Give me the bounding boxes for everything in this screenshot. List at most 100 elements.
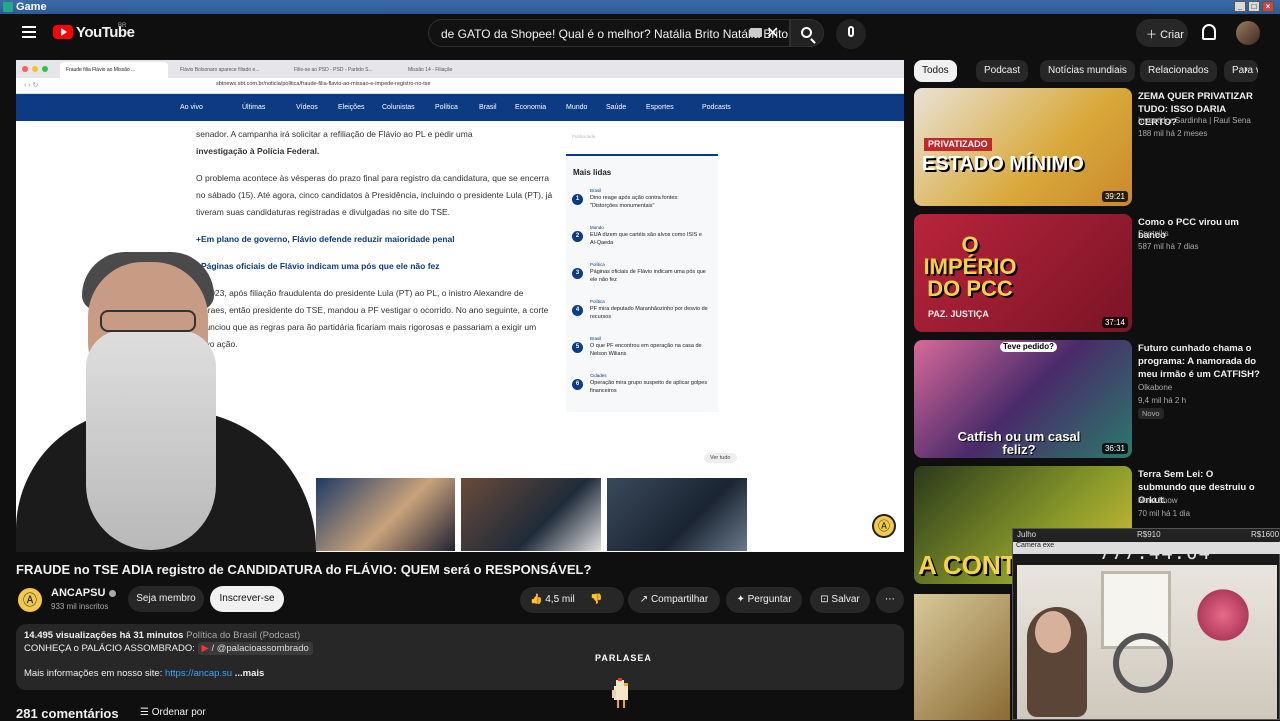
nav-item: Política: [435, 104, 458, 111]
parlasea-label: PARLASEA: [595, 653, 652, 663]
thumbnail-text: ESTADO MÍNIMO: [922, 153, 1084, 175]
overlay-month: Julho: [1017, 530, 1037, 539]
search-input[interactable]: de GATO da Shopee! Qual é o melhor? Natá…: [428, 19, 790, 47]
item-text: PF mira deputado Maranhãozinho por desvi…: [590, 306, 708, 320]
chevron-right-icon[interactable]: ›: [1244, 62, 1248, 76]
sort-label: Ordenar por: [151, 707, 206, 718]
join-button[interactable]: Seja membro: [128, 586, 204, 612]
nav-item: Saúde: [606, 104, 627, 111]
chip-podcast[interactable]: Podcast: [976, 60, 1029, 82]
ring-light: [1113, 633, 1173, 693]
share-button[interactable]: ↗ Compartilhar: [628, 587, 720, 613]
video-duration: 36:31: [1101, 443, 1128, 454]
chip-for-you[interactable]: Para v: [1224, 60, 1258, 82]
channel-name[interactable]: Nerd Show: [1138, 496, 1178, 505]
sort-comments-button[interactable]: ☰ Ordenar por: [140, 707, 206, 718]
see-all-button: Ver tudo: [704, 453, 737, 463]
rank-number: 6: [572, 379, 583, 390]
recommended-video[interactable]: ESTADO MÍNIMO PRIVATIZADO 39:21 ZEMA QUE…: [914, 88, 1280, 210]
thumbnail-badge: Teve pedido?: [1000, 342, 1057, 352]
browser-tab: Fraude filia Flávio ao Missão ...: [60, 62, 168, 78]
save-button[interactable]: ⊡ Salvar: [810, 587, 870, 613]
streamer-camera: [1017, 565, 1277, 719]
thumbnail-text: O IMPÉRIO DO PCC: [923, 232, 1017, 301]
ancap-channel-badge-icon: Ⓐ: [872, 514, 896, 538]
maximize-button[interactable]: □: [1248, 1, 1260, 12]
page-url: sbtnews.sbt.com.br/noticia/politica/frau…: [216, 81, 431, 87]
thumbs-up-icon[interactable]: 👍: [530, 594, 542, 605]
host-beard: [86, 330, 216, 550]
nav-item: Brasil: [479, 104, 497, 111]
keyboard-icon[interactable]: [750, 28, 762, 37]
show-more-button[interactable]: ...mais: [235, 668, 265, 679]
video-thumbnail[interactable]: Catfish ou um casal feliz? Teve pedido? …: [914, 340, 1132, 458]
channel-name[interactable]: Olkabone: [1138, 383, 1172, 392]
minimize-button[interactable]: _: [1234, 1, 1246, 12]
video-title[interactable]: Futuro cunhado chama o programa: A namor…: [1138, 342, 1264, 381]
harp-thumbnail: [914, 594, 1010, 720]
channel-avatar[interactable]: Ⓐ: [16, 586, 44, 614]
article-text: senador. A campanha irá solicitar a refi…: [196, 129, 473, 139]
search-button[interactable]: [790, 19, 824, 47]
app-icon: [3, 2, 13, 12]
ask-button[interactable]: ✦ Perguntar: [726, 587, 802, 613]
channel-mention-text: / @palacioassombrado: [211, 643, 309, 654]
item-category: Brasil: [590, 188, 602, 193]
video-player[interactable]: Fraude filia Flávio ao Missão ... Flávio…: [16, 60, 904, 552]
description-box[interactable]: 14.495 visualizações há 31 minutos Polít…: [16, 624, 904, 690]
video-meta: 9,4 mil há 2 h: [1138, 396, 1187, 405]
notifications-bell-icon[interactable]: [1202, 24, 1216, 40]
nav-item: Mundo: [566, 104, 588, 111]
recommended-video[interactable]: O IMPÉRIO DO PCC PAZ. JUSTIÇA 37:14 Como…: [914, 214, 1280, 336]
menu-icon[interactable]: [22, 26, 36, 38]
mac-close-dot: [22, 66, 28, 72]
youtube-logo-icon[interactable]: [53, 25, 73, 39]
thumbs-down-icon[interactable]: 👎: [590, 587, 602, 613]
share-label: Compartilhar: [650, 594, 709, 605]
description-line: CONHEÇA o PALÁCIO ASSOMBRADO: ▶ / @palac…: [24, 642, 313, 655]
mic-icon: [848, 26, 854, 37]
subscribe-button[interactable]: Inscrever-se: [210, 586, 284, 612]
item-text: Operação mira grupo suspeito de aplicar …: [590, 380, 708, 394]
item-category: Brasil: [590, 336, 602, 341]
article-link: +Em plano de governo, Flávio defende red…: [196, 234, 455, 244]
browser-tab: Filie-se ao PSD - PSD - Partido S...: [294, 67, 373, 73]
comments-count: 281 comentários: [16, 706, 119, 721]
video-thumbnail[interactable]: O IMPÉRIO DO PCC PAZ. JUSTIÇA 37:14: [914, 214, 1132, 332]
related-filter-chips: Todos Podcast Notícias mundiais Relacion…: [914, 58, 1266, 82]
rank-number: 2: [572, 231, 583, 242]
browser-tab: Flávio Bolsonaro aparece filiado e...: [180, 67, 260, 73]
more-actions-icon[interactable]: ⋯: [876, 587, 904, 613]
website-link[interactable]: https://ancap.su: [165, 668, 232, 679]
description-text: Mais informações em nosso site:: [24, 668, 163, 679]
news-photo: [461, 478, 601, 551]
channel-name[interactable]: Investidor Sardinha | Raul Sena: [1138, 116, 1251, 125]
chip-related[interactable]: Relacionados: [1140, 60, 1217, 82]
account-avatar[interactable]: [1236, 21, 1260, 45]
nav-item: Podcasts: [702, 104, 731, 111]
video-duration: 37:14: [1101, 317, 1128, 328]
article-text-bold: investigação à Polícia Federal.: [196, 146, 320, 156]
recommended-video[interactable]: Catfish ou um casal feliz? Teve pedido? …: [914, 340, 1280, 462]
channel-mention[interactable]: ▶ / @palacioassombrado: [197, 642, 313, 655]
voice-search-button[interactable]: [836, 19, 866, 49]
chip-world-news[interactable]: Notícias mundiais: [1040, 60, 1135, 82]
nav-item: Vídeos: [296, 104, 318, 111]
close-window-button[interactable]: ×: [1262, 1, 1274, 12]
video-title: FRAUDE no TSE ADIA registro de CANDIDATU…: [16, 562, 592, 577]
item-category: Mundo: [590, 225, 604, 230]
browser-tab-strip: Fraude filia Flávio ao Missão ... Flávio…: [16, 60, 904, 78]
like-count[interactable]: 4,5 mil: [545, 594, 574, 605]
video-thumbnail[interactable]: ESTADO MÍNIMO PRIVATIZADO 39:21: [914, 88, 1132, 206]
channel-name[interactable]: Spotniks: [1138, 229, 1169, 238]
verified-icon: [109, 589, 117, 597]
mac-zoom-dot: [42, 66, 48, 72]
channel-name[interactable]: ANCAPSU: [51, 587, 117, 599]
create-button[interactable]: ＋ Criar: [1136, 19, 1188, 47]
clear-search-icon[interactable]: ✕: [766, 23, 779, 43]
nav-item: Economia: [515, 104, 547, 111]
podcast-category[interactable]: Política do Brasil (Podcast): [186, 630, 300, 641]
rank-number: 1: [572, 194, 583, 205]
thumbnail-text: Catfish ou um casal feliz?: [957, 429, 1081, 457]
chip-todos[interactable]: Todos: [914, 60, 957, 82]
